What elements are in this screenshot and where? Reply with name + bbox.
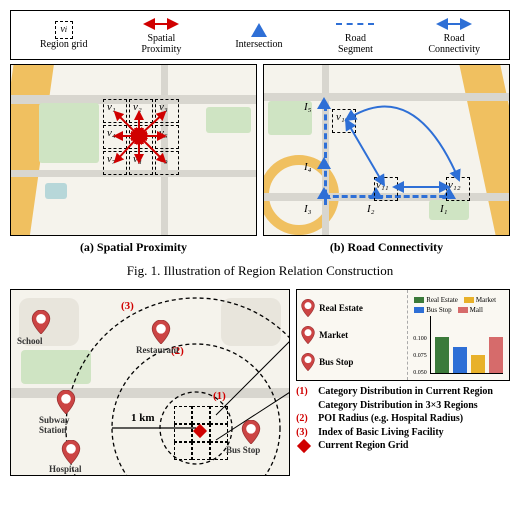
key-num: (3) (296, 426, 312, 440)
fig2-key: (1) Category Distribution in Current Regi… (296, 385, 510, 453)
vertex-label: v₁₁ (376, 179, 389, 191)
legend-label: Spatial Proximity (141, 33, 181, 55)
poi-label: Real Estate (319, 303, 363, 313)
key-text: Current Region Grid (318, 439, 408, 453)
intersection-label: I₄ (304, 161, 312, 173)
chart-legend-label: Bus Stop (426, 306, 451, 314)
region-grid-icon: vi (55, 21, 73, 39)
vertex-label: v₅ (133, 127, 142, 139)
legend-road-connectivity: Road Connectivity (428, 15, 480, 55)
poi-label: Bus Stop (319, 357, 353, 367)
panel-b-caption: (b) Road Connectivity (263, 240, 510, 255)
vertex-label: v₆ (159, 127, 168, 139)
key-text: Index of Basic Living Facility (318, 426, 444, 440)
panel-a-map: v₁ v₂ v₃ v₄ v₅ v₆ v₇ v₈ v₉ (10, 64, 257, 236)
figure1-legend: vi Region grid Spatial Proximity Interse… (10, 10, 510, 60)
vertex-label: v₁₂ (448, 179, 461, 191)
poi-label: Restaurant (136, 345, 179, 355)
legend-road-segment: Road Segment (336, 15, 374, 55)
zoom-poi-list: Real Estate Market Bus Stop (297, 290, 408, 380)
figure1-panels: v₁ v₂ v₃ v₄ v₅ v₆ v₇ v₈ v₉ (10, 64, 510, 255)
legend-label: Road Segment (338, 33, 373, 55)
road-segment-icon (336, 15, 374, 33)
panel-a-wrap: v₁ v₂ v₃ v₄ v₅ v₆ v₇ v₈ v₉ (10, 64, 257, 255)
legend-spatial-proximity: Spatial Proximity (141, 15, 181, 55)
distance-label: 1 km (131, 412, 155, 424)
intersection-label: I₃ (304, 203, 312, 215)
poi-pin-icon (61, 440, 81, 464)
poi-pin-icon (31, 310, 51, 334)
chart-bar (471, 355, 485, 373)
vertex-label: v₁ (107, 101, 116, 113)
legend-intersection: Intersection (235, 21, 282, 50)
vertex-label: v₁₀ (336, 111, 349, 123)
legend-region-grid: vi Region grid (40, 21, 88, 50)
ytick: 0.050 (413, 370, 427, 376)
poi-pin-icon (56, 390, 76, 414)
fig2-map: 1 km (1) (2) (3) School Restaurant Subwa… (10, 289, 290, 476)
poi-label: Hospital (49, 464, 82, 474)
poi-label: Bus Stop (226, 445, 260, 455)
intersection-icon (317, 157, 331, 169)
intersection-label: I₅ (304, 101, 312, 113)
legend-label: Intersection (235, 39, 282, 50)
key-text: Category Distribution in 3×3 Regions (318, 399, 478, 413)
legend-label: Region grid (40, 39, 88, 50)
chart-legend-label: Real Estate (426, 296, 458, 304)
spatial-proximity-icon (141, 15, 181, 33)
ytick: 0.075 (413, 353, 427, 359)
poi-pin-icon (151, 320, 171, 344)
vertex-label: v₂ (133, 101, 142, 113)
chart-bar (453, 347, 467, 373)
legend-label: Road Connectivity (428, 33, 480, 55)
diamond-icon (297, 439, 311, 453)
zoom-box: Real Estate Market Bus Stop Real Estate … (296, 289, 510, 381)
intersection-icon (317, 187, 331, 199)
vertex-label: v₃ (159, 101, 168, 113)
poi-label: School (17, 336, 43, 346)
chart-legend: Real Estate Market Bus Stop Mall (412, 294, 505, 314)
vertex-label: v₉ (159, 153, 168, 165)
figure2: 1 km (1) (2) (3) School Restaurant Subwa… (10, 289, 510, 476)
intersection-label: I₁ (440, 203, 448, 215)
figure1-caption: Fig. 1. Illustration of Region Relation … (10, 263, 510, 279)
circle-label: (3) (121, 300, 134, 312)
key-num: (2) (296, 412, 312, 426)
vertex-label: v₈ (133, 153, 142, 165)
intersection-icon (317, 97, 331, 109)
road-connectivity-icon (434, 15, 474, 33)
poi-label: Market (319, 330, 348, 340)
vertex-label: v₇ (107, 153, 116, 165)
chart-bar (489, 337, 503, 373)
panel-b-wrap: I₅ I₄ I₃ I₂ I₁ v₁₀ v₁₁ v₁₂ (b) Ro (263, 64, 510, 255)
intersection-icon (251, 21, 267, 39)
key-num: (1) (296, 385, 312, 399)
intersection-label: I₂ (367, 203, 375, 215)
fig2-right-column: Real Estate Market Bus Stop Real Estate … (296, 289, 510, 476)
vertex-label: v₄ (107, 127, 116, 139)
chart-legend-label: Mall (470, 306, 483, 314)
key-text: POI Radius (e.g. Hospital Radius) (318, 412, 463, 426)
panel-a-caption: (a) Spatial Proximity (10, 240, 257, 255)
key-text: Category Distribution in Current Region (318, 385, 493, 399)
poi-label: Subway Station (39, 415, 70, 435)
panel-b-map: I₅ I₄ I₃ I₂ I₁ v₁₀ v₁₁ v₁₂ (263, 64, 510, 236)
poi-pin-icon (241, 420, 261, 444)
chart-legend-label: Market (476, 296, 496, 304)
chart-bar (435, 337, 449, 373)
circle-label: (1) (213, 390, 226, 402)
zoom-chart: Real Estate Market Bus Stop Mall 0.050 0… (408, 290, 509, 380)
ytick: 0.100 (413, 336, 427, 342)
